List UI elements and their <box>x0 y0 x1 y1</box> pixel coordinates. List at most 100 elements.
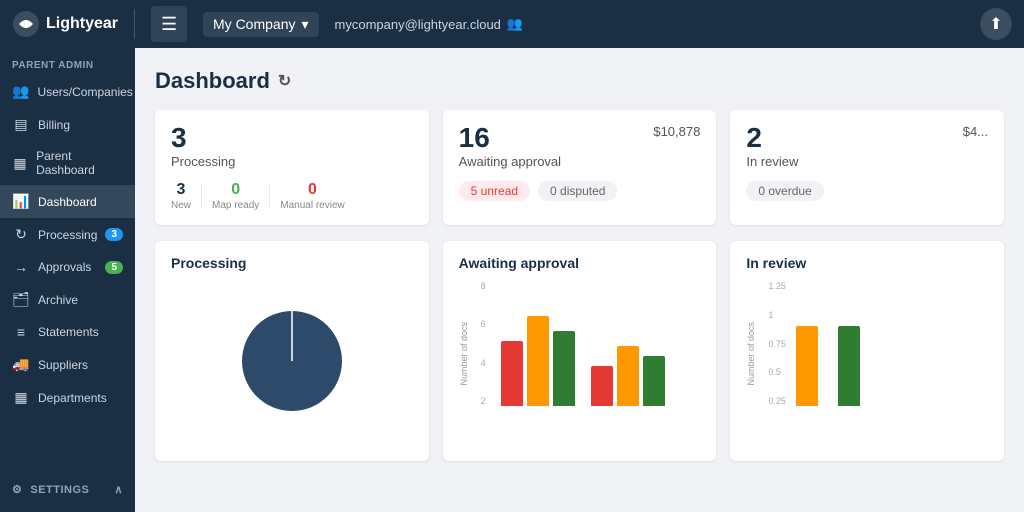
sidebar-item-approvals[interactable]: → Approvals 5 <box>0 251 135 283</box>
users-companies-icon: 👥 <box>12 83 29 100</box>
processing-sub-stats: 3 New 0 Map ready 0 Manual review <box>171 181 413 211</box>
in-review-card-info: 2 In review <box>746 124 798 169</box>
new-count-value: 3 <box>171 181 191 199</box>
bar-orange-2 <box>617 346 639 406</box>
manual-review-item: 0 Manual review <box>280 181 344 211</box>
in-review-chart-card: In review Number of docs 1.25 1 0.75 0. <box>730 241 1004 461</box>
awaiting-y-label: Number of docs <box>459 322 469 386</box>
y-tick-4: 4 <box>481 358 486 368</box>
sidebar-item-archive[interactable]: 🗂 Archive <box>0 283 135 316</box>
page-title: Dashboard ↻ <box>155 68 1004 94</box>
bar-orange-1 <box>527 316 549 406</box>
y-tick-8: 8 <box>481 281 486 291</box>
chart-cards-row: Processing Awaiting approval Number of d… <box>155 241 1004 461</box>
sidebar-item-settings[interactable]: ⚙ SETTINGS ∧ <box>0 475 135 504</box>
sidebar-item-processing[interactable]: ↻ Processing 3 <box>0 218 135 251</box>
awaiting-label: Awaiting approval <box>459 154 561 169</box>
bar-red-2 <box>591 366 613 406</box>
sidebar-section-parent-admin: PARENT ADMIN <box>0 48 135 75</box>
unread-badge: 5 unread <box>459 181 530 201</box>
in-review-bar-group-1 <box>796 326 818 406</box>
sidebar-item-users-companies[interactable]: 👥 Users/Companies <box>0 75 135 108</box>
approvals-icon: → <box>12 259 30 275</box>
awaiting-card-info: 16 Awaiting approval <box>459 124 561 169</box>
logo-icon <box>12 10 40 38</box>
sidebar-label: Parent Dashboard <box>36 149 123 177</box>
y-tick-05: 0.5 <box>768 367 786 377</box>
archive-icon: 🗂 <box>12 291 30 308</box>
sidebar-label: Statements <box>38 325 99 339</box>
sidebar-label: Processing <box>38 228 97 242</box>
sidebar-label: Archive <box>38 293 78 307</box>
in-review-amount: $4... <box>963 124 988 139</box>
y-tick-1: 1 <box>768 310 786 320</box>
awaiting-bars-area: 8 6 4 2 <box>473 281 701 426</box>
bar-green-ir-1 <box>838 326 860 406</box>
sidebar-label: Suppliers <box>38 358 88 372</box>
logo[interactable]: Lightyear <box>12 10 118 38</box>
suppliers-icon: 🚚 <box>12 356 30 373</box>
in-review-label: In review <box>746 154 798 169</box>
sidebar: PARENT ADMIN 👥 Users/Companies ▤ Billing… <box>0 48 135 512</box>
manual-review-label: Manual review <box>280 200 344 211</box>
sidebar-item-dashboard[interactable]: 📊 Dashboard <box>0 185 135 218</box>
sub-divider-1 <box>201 183 202 209</box>
processing-pie-chart <box>227 296 357 426</box>
sidebar-label: Dashboard <box>38 195 97 209</box>
departments-icon: ▦ <box>12 389 30 406</box>
bar-group-1 <box>501 316 575 406</box>
awaiting-chart-body: Number of docs 8 6 4 2 <box>459 281 701 426</box>
y-tick-075: 0.75 <box>768 339 786 349</box>
overdue-badge: 0 overdue <box>746 181 823 201</box>
approvals-badge: 5 <box>105 261 123 274</box>
sidebar-item-statements[interactable]: ≡ Statements <box>0 316 135 348</box>
manual-review-value: 0 <box>280 181 344 199</box>
processing-label: Processing <box>171 154 235 169</box>
bar-green-1 <box>553 331 575 406</box>
processing-pie-container <box>171 281 413 441</box>
processing-card-top: 3 Processing <box>171 124 413 169</box>
new-count-label: New <box>171 200 191 211</box>
stat-cards-row: 3 Processing 3 New 0 Map ready <box>155 110 1004 225</box>
new-count-item: 3 New <box>171 181 191 211</box>
y-tick-025: 0.25 <box>768 396 786 406</box>
awaiting-badges: 5 unread 0 disputed <box>459 181 701 201</box>
in-review-chart-body: Number of docs 1.25 1 0.75 0.5 0.25 <box>746 281 988 426</box>
bar-red-1 <box>501 341 523 406</box>
in-review-y-label-container: Number of docs <box>746 281 760 426</box>
dashboard-icon: 📊 <box>12 193 30 210</box>
awaiting-stat-card: 16 Awaiting approval $10,878 5 unread 0 … <box>443 110 717 225</box>
map-ready-value: 0 <box>212 181 259 199</box>
in-review-badges: 0 overdue <box>746 181 988 201</box>
awaiting-y-label-container: Number of docs <box>459 281 473 426</box>
menu-toggle-button[interactable]: ☰ <box>151 6 187 42</box>
in-review-chart-title: In review <box>746 255 988 271</box>
main-content: Dashboard ↻ 3 Processing 3 New <box>135 48 1024 512</box>
in-review-count: 2 <box>746 124 798 152</box>
sidebar-label: Users/Companies <box>37 85 132 99</box>
in-review-card-top: 2 In review $4... <box>746 124 988 169</box>
sidebar-item-parent-dashboard[interactable]: ▦ Parent Dashboard <box>0 141 135 185</box>
sidebar-item-billing[interactable]: ▤ Billing <box>0 108 135 141</box>
statements-icon: ≡ <box>12 324 30 340</box>
topnav: Lightyear ☰ My Company ▾ mycompany@light… <box>0 0 1024 48</box>
refresh-icon[interactable]: ↻ <box>278 71 291 91</box>
company-selector[interactable]: My Company ▾ <box>203 12 319 37</box>
sidebar-label: Approvals <box>38 260 91 274</box>
sub-divider-2 <box>269 183 270 209</box>
sidebar-item-suppliers[interactable]: 🚚 Suppliers <box>0 348 135 381</box>
processing-icon: ↻ <box>12 226 30 243</box>
y-tick-2: 2 <box>481 396 486 406</box>
upload-button[interactable]: ⬆ <box>980 8 1012 40</box>
sidebar-item-departments[interactable]: ▦ Departments <box>0 381 135 414</box>
awaiting-card-top: 16 Awaiting approval $10,878 <box>459 124 701 169</box>
awaiting-amount: $10,878 <box>653 124 700 139</box>
in-review-chart-inner: 1.25 1 0.75 0.5 0.25 <box>760 281 988 426</box>
awaiting-count: 16 <box>459 124 561 152</box>
awaiting-chart-card: Awaiting approval Number of docs 8 6 4 <box>443 241 717 461</box>
users-icon: 👥 <box>507 16 523 32</box>
app-layout: PARENT ADMIN 👥 Users/Companies ▤ Billing… <box>0 48 1024 512</box>
in-review-y-axis: 1.25 1 0.75 0.5 0.25 <box>768 281 786 406</box>
y-tick-125: 1.25 <box>768 281 786 291</box>
processing-chart-title: Processing <box>171 255 413 271</box>
